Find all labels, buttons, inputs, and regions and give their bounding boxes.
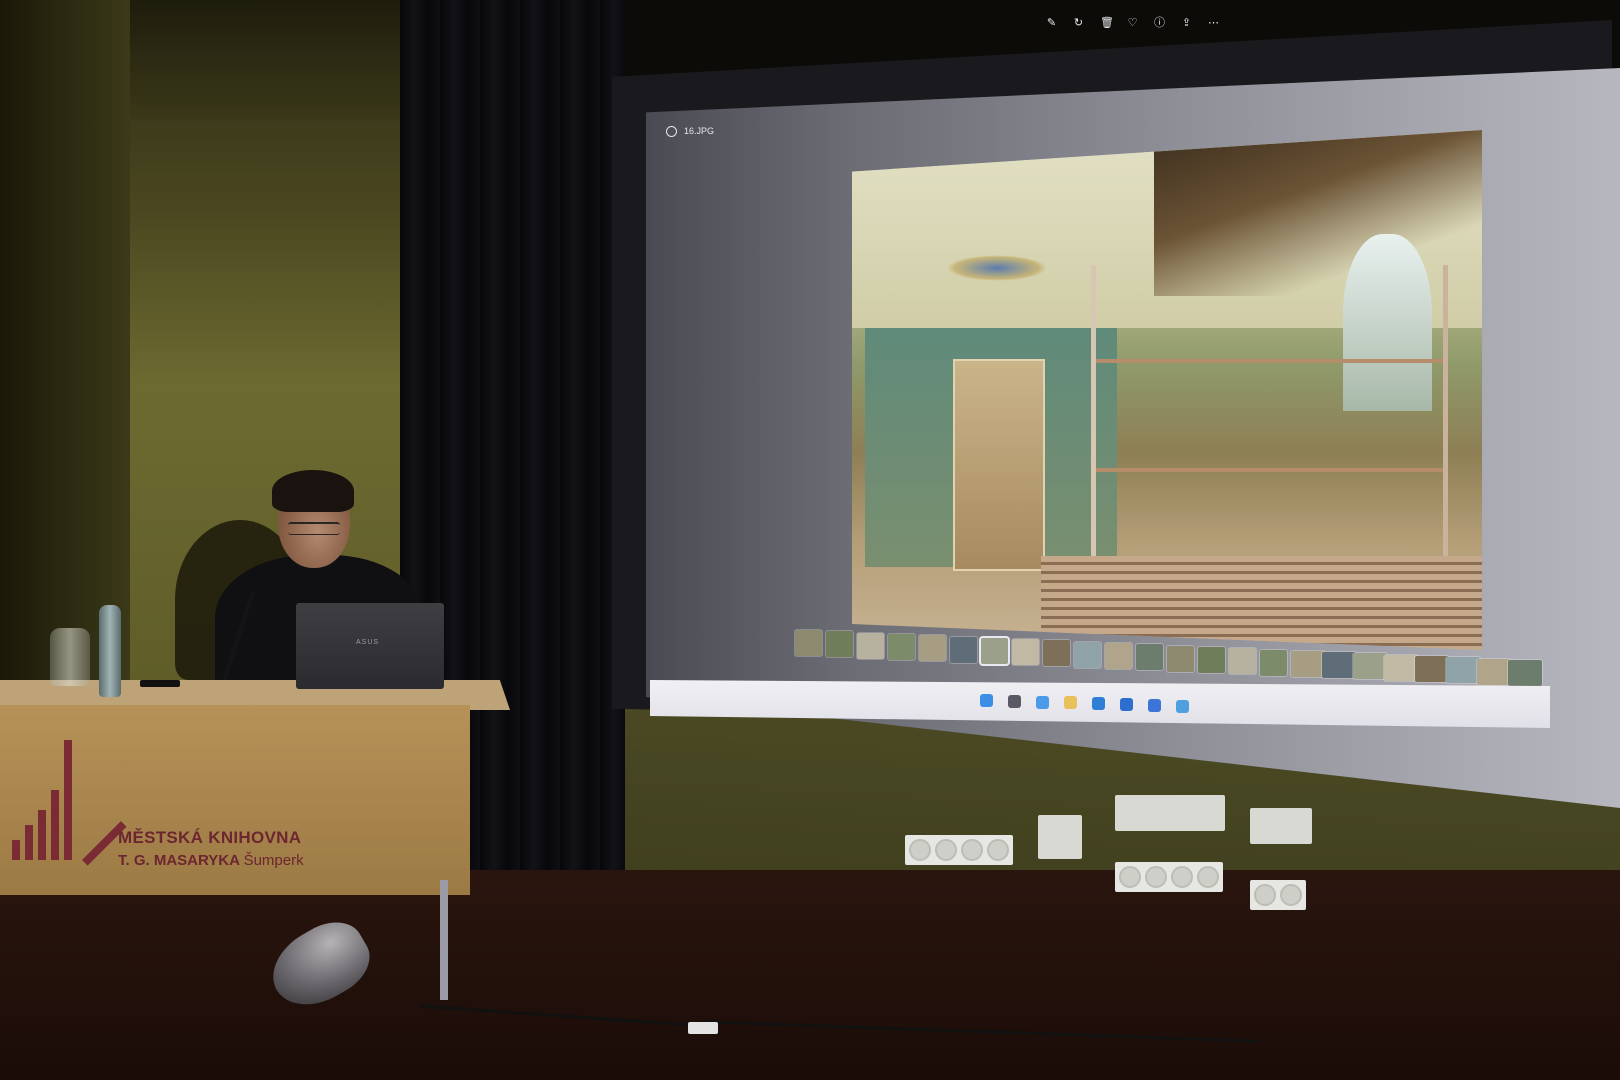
photo-file-name: 16.JPG [684,126,715,136]
socket-strip-left [905,835,1013,865]
data-outlet-box [1115,795,1225,831]
filmstrip-thumbnail[interactable] [1415,656,1449,682]
library-name-bold: T. G. MASARYKA [118,852,240,869]
filmstrip-thumbnail[interactable] [857,632,884,659]
filmstrip-thumbnail[interactable] [1012,639,1039,666]
filmstrip-thumbnail[interactable] [826,631,853,658]
filmstrip-thumbnail[interactable] [1229,648,1256,675]
presentation-scene: 16.JPG ✎ ↻ 🗑 ♡ ⓘ ⇪ ⋯ ASUS MĚSTSKÁ KNIHOV… [0,0,1620,1080]
extension-plug [688,1022,718,1034]
glass-jug [50,628,90,686]
filmstrip-thumbnail[interactable] [1136,644,1163,671]
presenter-hair [272,470,354,512]
laptop[interactable]: ASUS [296,603,444,689]
filmstrip-thumbnail[interactable] [1291,650,1325,677]
library-name-city: Šumperk [243,852,304,869]
socket [1119,866,1141,888]
wall-shadow [0,0,130,700]
socket-strip-right [1115,862,1223,892]
data-outlet-box-right [1250,808,1312,844]
filmstrip-thumbnail[interactable] [1198,646,1225,673]
wall-top-band [130,0,420,120]
filmstrip-thumbnail[interactable] [1446,657,1480,684]
filmstrip-thumbnail[interactable] [950,636,977,663]
junction-box [1038,815,1082,859]
search-icon[interactable] [1008,694,1021,708]
filmstrip-thumbnail[interactable] [1043,640,1070,667]
photo-ceiling-fresco [946,254,1048,281]
socket [987,839,1009,861]
desk-leg [440,880,448,1000]
library-name-line1: MĚSTSKÁ KNIHOVNA [118,828,302,847]
phone [140,680,180,687]
filmstrip-thumbnail[interactable] [1508,659,1542,686]
photos-icon[interactable] [1092,697,1105,711]
delete-icon[interactable]: 🗑 [1100,18,1114,29]
filmstrip-thumbnail[interactable] [1167,645,1194,672]
socket [1171,866,1193,888]
filmstrip-thumbnail[interactable] [1384,654,1418,681]
library-name-line2: T. G. MASARYKA Šumperk [118,852,304,869]
filmstrip-thumbnail[interactable] [1074,641,1101,668]
floor [0,870,1620,1080]
file-explorer-icon[interactable] [1036,695,1049,709]
filmstrip-thumbnail[interactable] [981,637,1008,664]
mail-icon[interactable] [1120,698,1133,711]
socket-pair [1250,880,1306,910]
socket [1145,866,1167,888]
socket [935,839,957,861]
photo-altar [952,358,1045,571]
socket [1197,866,1219,888]
share-icon[interactable]: ⇪ [1181,18,1192,29]
windows-start-icon[interactable] [980,694,993,707]
edge-icon[interactable] [1064,696,1077,710]
filmstrip-thumbnail[interactable] [1260,649,1287,676]
socket [961,839,983,861]
laptop-brand: ASUS [356,639,380,646]
photo-scaffolding [1091,265,1448,578]
filmstrip-thumbnail[interactable] [1105,643,1132,669]
socket [1254,884,1276,906]
filmstrip-thumbnail[interactable] [1353,653,1387,680]
filmstrip-thumbnail[interactable] [1322,652,1356,679]
photo-viewer-toolbar: ✎ ↻ 🗑 ♡ ⓘ ⇪ ⋯ [1046,18,1219,29]
edit-icon[interactable]: ✎ [1046,18,1057,29]
rotate-icon[interactable]: ↻ [1073,18,1084,29]
store-icon[interactable] [1148,698,1161,712]
library-logo-icon [12,740,127,866]
water-bottle [99,605,121,697]
socket [909,839,931,861]
filmstrip-thumbnail[interactable] [1477,658,1511,685]
app-icon[interactable] [1176,699,1189,713]
back-icon[interactable] [666,126,677,137]
filmstrip-thumbnail[interactable] [919,635,946,662]
filmstrip-thumbnail[interactable] [888,633,915,660]
info-icon[interactable]: ⓘ [1154,18,1165,29]
socket [1280,884,1302,906]
church-interior-photo [852,130,1482,650]
presenter-glasses [288,522,340,535]
favorite-icon[interactable]: ♡ [1127,18,1138,29]
filmstrip-thumbnail[interactable] [795,630,822,656]
more-icon[interactable]: ⋯ [1208,18,1219,29]
